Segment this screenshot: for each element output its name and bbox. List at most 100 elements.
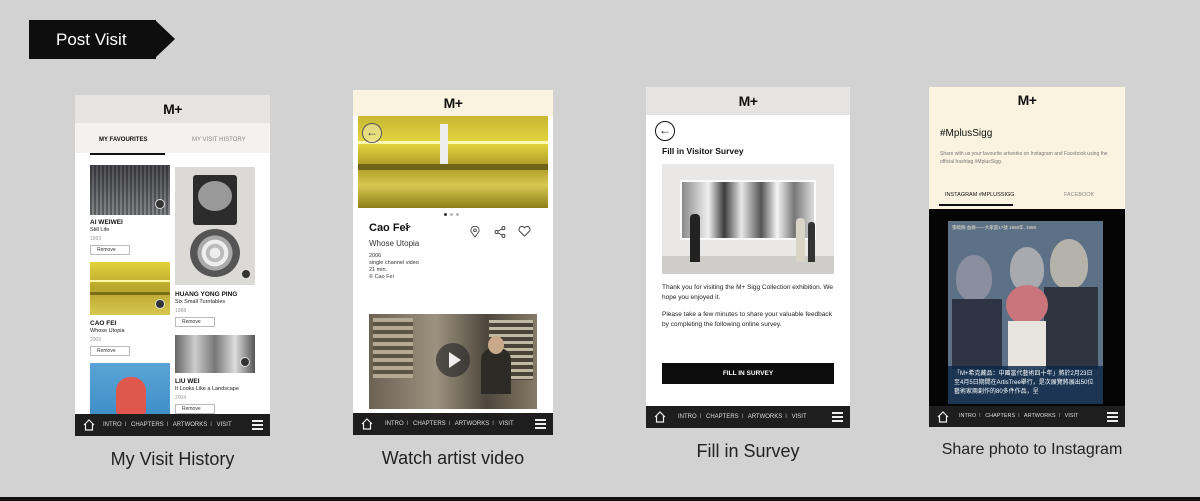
caption-share-instagram: Share photo to Instagram (941, 441, 1123, 458)
hamburger-icon[interactable] (252, 420, 263, 430)
work-year: 2006 (90, 337, 102, 343)
tab-facebook[interactable]: FACEBOOK (1064, 192, 1094, 198)
nav-intro[interactable]: INTRO (103, 422, 122, 428)
nav-artworks[interactable]: ARTWORKS (748, 414, 783, 420)
home-icon[interactable] (361, 418, 373, 430)
nav-visit[interactable]: VISIT (792, 414, 807, 420)
caption-visit-history: My Visit History (110, 449, 235, 469)
caption-artist-video: Watch artist video (381, 448, 525, 468)
nav-chapters[interactable]: CHAPTERS (131, 422, 164, 428)
app-header: M+ (646, 87, 850, 115)
work-detail: 21 min. (369, 267, 388, 273)
tab-my-favourites[interactable]: MY FAVOURITES (99, 137, 147, 143)
work-title: Whose Utopia (90, 328, 125, 334)
share-intro: Share with us your favourite artworks on… (940, 151, 1108, 165)
back-arrow-icon[interactable]: ← (655, 121, 675, 141)
thumb-artwork[interactable] (90, 363, 170, 415)
remove-button[interactable]: Remove (175, 317, 215, 327)
hashtag-title: #MplusSigg (940, 128, 993, 139)
work-year: 2004 (175, 395, 187, 401)
artist-name[interactable]: Cao Fei (369, 222, 409, 234)
bottom-nav-bar: INTRO I CHAPTERS I ARTWORKS I VISIT (929, 406, 1125, 427)
phone-fill-survey: M+ ← Fill in Visitor Survey Thank you fo… (646, 87, 850, 428)
instagram-feed: 張曉剛 血緣——大家庭17號 1998年, 1998 「M+希克藏品：中國當代藝… (929, 209, 1125, 407)
home-icon[interactable] (937, 411, 949, 423)
heart-icon[interactable] (518, 226, 531, 237)
home-icon[interactable] (83, 419, 95, 431)
hamburger-icon[interactable] (832, 412, 843, 422)
nav-intro[interactable]: INTRO (385, 421, 404, 427)
m-plus-logo: M+ (738, 93, 758, 109)
back-arrow-icon[interactable]: ← (362, 123, 382, 143)
nav-artworks[interactable]: ARTWORKS (455, 421, 490, 427)
artist-name: CAO FEI (90, 320, 117, 327)
audio-icon (241, 269, 251, 279)
artist-video-player[interactable] (369, 314, 537, 409)
artist-name: HUANG YONG PING (175, 291, 238, 298)
remove-button[interactable]: Remove (90, 346, 130, 356)
bottom-nav-bar: INTRO I CHAPTERS I ARTWORKS I VISIT (646, 406, 850, 428)
hamburger-icon[interactable] (535, 419, 546, 429)
phone-share-instagram: M+ #MplusSigg Share with us your favouri… (929, 87, 1125, 427)
work-year: 1988 (175, 308, 187, 314)
nav-visit[interactable]: VISIT (217, 422, 232, 428)
nav-intro[interactable]: INTRO (959, 413, 976, 419)
share-icon[interactable] (494, 226, 506, 238)
artist-name: LIU WEI (175, 378, 200, 385)
phone-artist-video: M+ ← Cao Fei > Whose Utopia 2006 single … (353, 90, 553, 435)
nav-artworks[interactable]: ARTWORKS (1024, 413, 1056, 419)
play-button-icon[interactable] (436, 343, 470, 377)
app-header: M+ (75, 95, 270, 123)
chevron-right-icon[interactable]: > (405, 222, 411, 233)
survey-intro: Thank you for visiting the M+ Sigg Colle… (662, 284, 833, 301)
nav-intro[interactable]: INTRO (678, 414, 697, 420)
video-icon (155, 299, 165, 309)
nav-visit[interactable]: VISIT (499, 421, 514, 427)
remove-button[interactable]: Remove (175, 404, 215, 414)
work-detail: © Cao Fei (369, 274, 394, 280)
artist-name: AI WEIWEI (90, 219, 123, 226)
nav-chapters[interactable]: CHAPTERS (985, 413, 1015, 419)
carousel-dots (444, 213, 464, 217)
work-title: Still Life (90, 227, 110, 233)
bottom-nav-bar: INTRO I CHAPTERS I ARTWORKS I VISIT (75, 414, 270, 436)
work-detail: 2006 (369, 253, 382, 259)
instagram-post-photo[interactable]: 張曉剛 血緣——大家庭17號 1998年, 1998 「M+希克藏品：中國當代藝… (948, 221, 1103, 404)
post-visit-tag: Post Visit (29, 20, 175, 59)
survey-title: Fill in Visitor Survey (662, 146, 744, 156)
remove-button[interactable]: Remove (90, 245, 130, 255)
nav-chapters[interactable]: CHAPTERS (706, 414, 739, 420)
thumb-whose-utopia[interactable] (90, 262, 170, 315)
work-detail: single channel video (369, 260, 419, 266)
tab-instagram[interactable]: INSTAGRAM #MPLUSSIGG (945, 192, 1015, 198)
nav-chapters[interactable]: CHAPTERS (413, 421, 446, 427)
m-plus-logo: M+ (1017, 92, 1037, 108)
tag-arrow (155, 20, 175, 58)
phone-visit-history: M+ MY FAVOURITES MY VISIT HISTORY AI WEI… (75, 95, 270, 436)
thumb-landscape[interactable] (175, 335, 255, 373)
audio-icon (155, 199, 165, 209)
tab-my-visit-history[interactable]: MY VISIT HISTORY (192, 137, 246, 143)
video-still-utopia[interactable]: ← (358, 116, 548, 208)
m-plus-logo: M+ (443, 95, 463, 111)
thumb-turntables[interactable] (175, 167, 255, 285)
app-header: M+ (929, 87, 1125, 113)
nav-artworks[interactable]: ARTWORKS (173, 422, 208, 428)
hamburger-icon[interactable] (1107, 412, 1118, 422)
nav-visit[interactable]: VISIT (1065, 413, 1079, 419)
tab-underline (939, 204, 1013, 206)
location-pin-icon[interactable] (470, 226, 480, 238)
thumb-still-life[interactable] (90, 165, 170, 215)
bottom-nav-bar: INTRO I CHAPTERS I ARTWORKS I VISIT (353, 413, 553, 435)
post-visit-label: Post Visit (29, 20, 156, 59)
work-title: Six Small Turntables (175, 299, 226, 305)
photo-caption: 「M+希克藏品：中國當代藝術四十年」將於2月23日至4月5日期間在ArtisTr… (948, 366, 1103, 404)
photo-top-text: 張曉剛 血緣——大家庭17號 1998年, 1998 (952, 225, 1037, 230)
fill-in-survey-button[interactable]: FILL IN SURVEY (662, 363, 834, 384)
m-plus-logo: M+ (163, 101, 182, 117)
work-title: Whose Utopia (369, 239, 420, 248)
caption-fill-survey: Fill in Survey (696, 441, 800, 461)
survey-request: Please take a few minutes to share your … (662, 311, 832, 328)
exhibition-photo (662, 164, 834, 274)
home-icon[interactable] (654, 411, 666, 423)
